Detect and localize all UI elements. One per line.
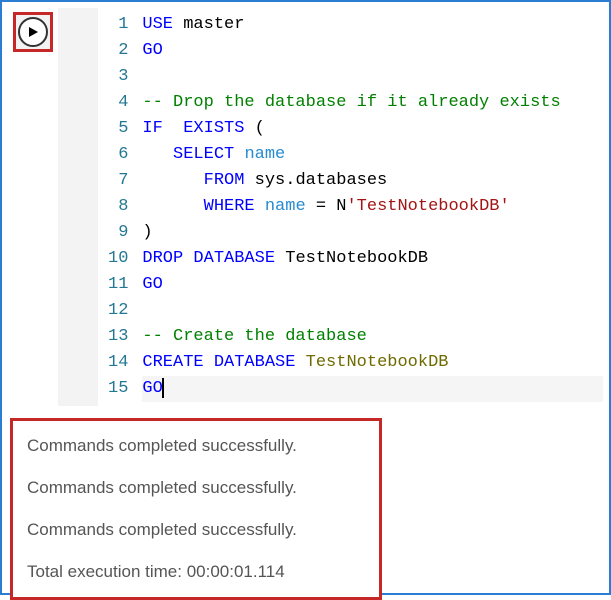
code-line[interactable]: GO <box>142 38 603 64</box>
code-line[interactable]: WHERE name = N'TestNotebookDB' <box>142 194 603 220</box>
code-line[interactable]: -- Drop the database if it already exist… <box>142 90 603 116</box>
code-line[interactable]: FROM sys.databases <box>142 168 603 194</box>
line-number: 12 <box>108 298 128 324</box>
line-number: 7 <box>108 168 128 194</box>
line-number: 8 <box>108 194 128 220</box>
line-number: 2 <box>108 38 128 64</box>
run-button-highlight <box>13 12 53 52</box>
code-line[interactable]: DROP DATABASE TestNotebookDB <box>142 246 603 272</box>
code-editor[interactable]: 123456789101112131415 USE masterGO-- Dro… <box>98 8 603 406</box>
editor-gutter <box>58 8 98 406</box>
line-number: 6 <box>108 142 128 168</box>
line-number: 13 <box>108 324 128 350</box>
output-area: Commands completed successfully. Commands… <box>10 418 601 600</box>
run-button[interactable] <box>18 17 48 47</box>
code-line[interactable]: ) <box>142 220 603 246</box>
line-number: 4 <box>108 90 128 116</box>
line-numbers: 123456789101112131415 <box>98 8 142 406</box>
notebook-cell: 123456789101112131415 USE masterGO-- Dro… <box>2 2 609 593</box>
line-number: 3 <box>108 64 128 90</box>
code-line[interactable] <box>142 298 603 324</box>
code-line[interactable] <box>142 64 603 90</box>
code-line[interactable]: SELECT name <box>142 142 603 168</box>
output-message: Commands completed successfully. <box>27 477 365 499</box>
code-line[interactable]: -- Create the database <box>142 324 603 350</box>
code-line[interactable]: CREATE DATABASE TestNotebookDB <box>142 350 603 376</box>
run-cell-area <box>8 8 58 406</box>
output-message: Total execution time: 00:00:01.114 <box>27 561 365 583</box>
code-line[interactable]: GO <box>142 376 603 402</box>
line-number: 5 <box>108 116 128 142</box>
line-number: 15 <box>108 376 128 402</box>
output-message: Commands completed successfully. <box>27 519 365 541</box>
line-number: 14 <box>108 350 128 376</box>
line-number: 11 <box>108 272 128 298</box>
line-number: 1 <box>108 12 128 38</box>
code-content[interactable]: USE masterGO-- Drop the database if it a… <box>142 8 603 406</box>
editor-row: 123456789101112131415 USE masterGO-- Dro… <box>8 8 603 406</box>
text-cursor <box>162 378 164 398</box>
code-line[interactable]: GO <box>142 272 603 298</box>
code-line[interactable]: USE master <box>142 12 603 38</box>
play-icon <box>27 26 39 38</box>
output-message: Commands completed successfully. <box>27 435 365 457</box>
output-messages: Commands completed successfully. Commands… <box>10 418 382 600</box>
line-number: 10 <box>108 246 128 272</box>
line-number: 9 <box>108 220 128 246</box>
code-line[interactable]: IF EXISTS ( <box>142 116 603 142</box>
